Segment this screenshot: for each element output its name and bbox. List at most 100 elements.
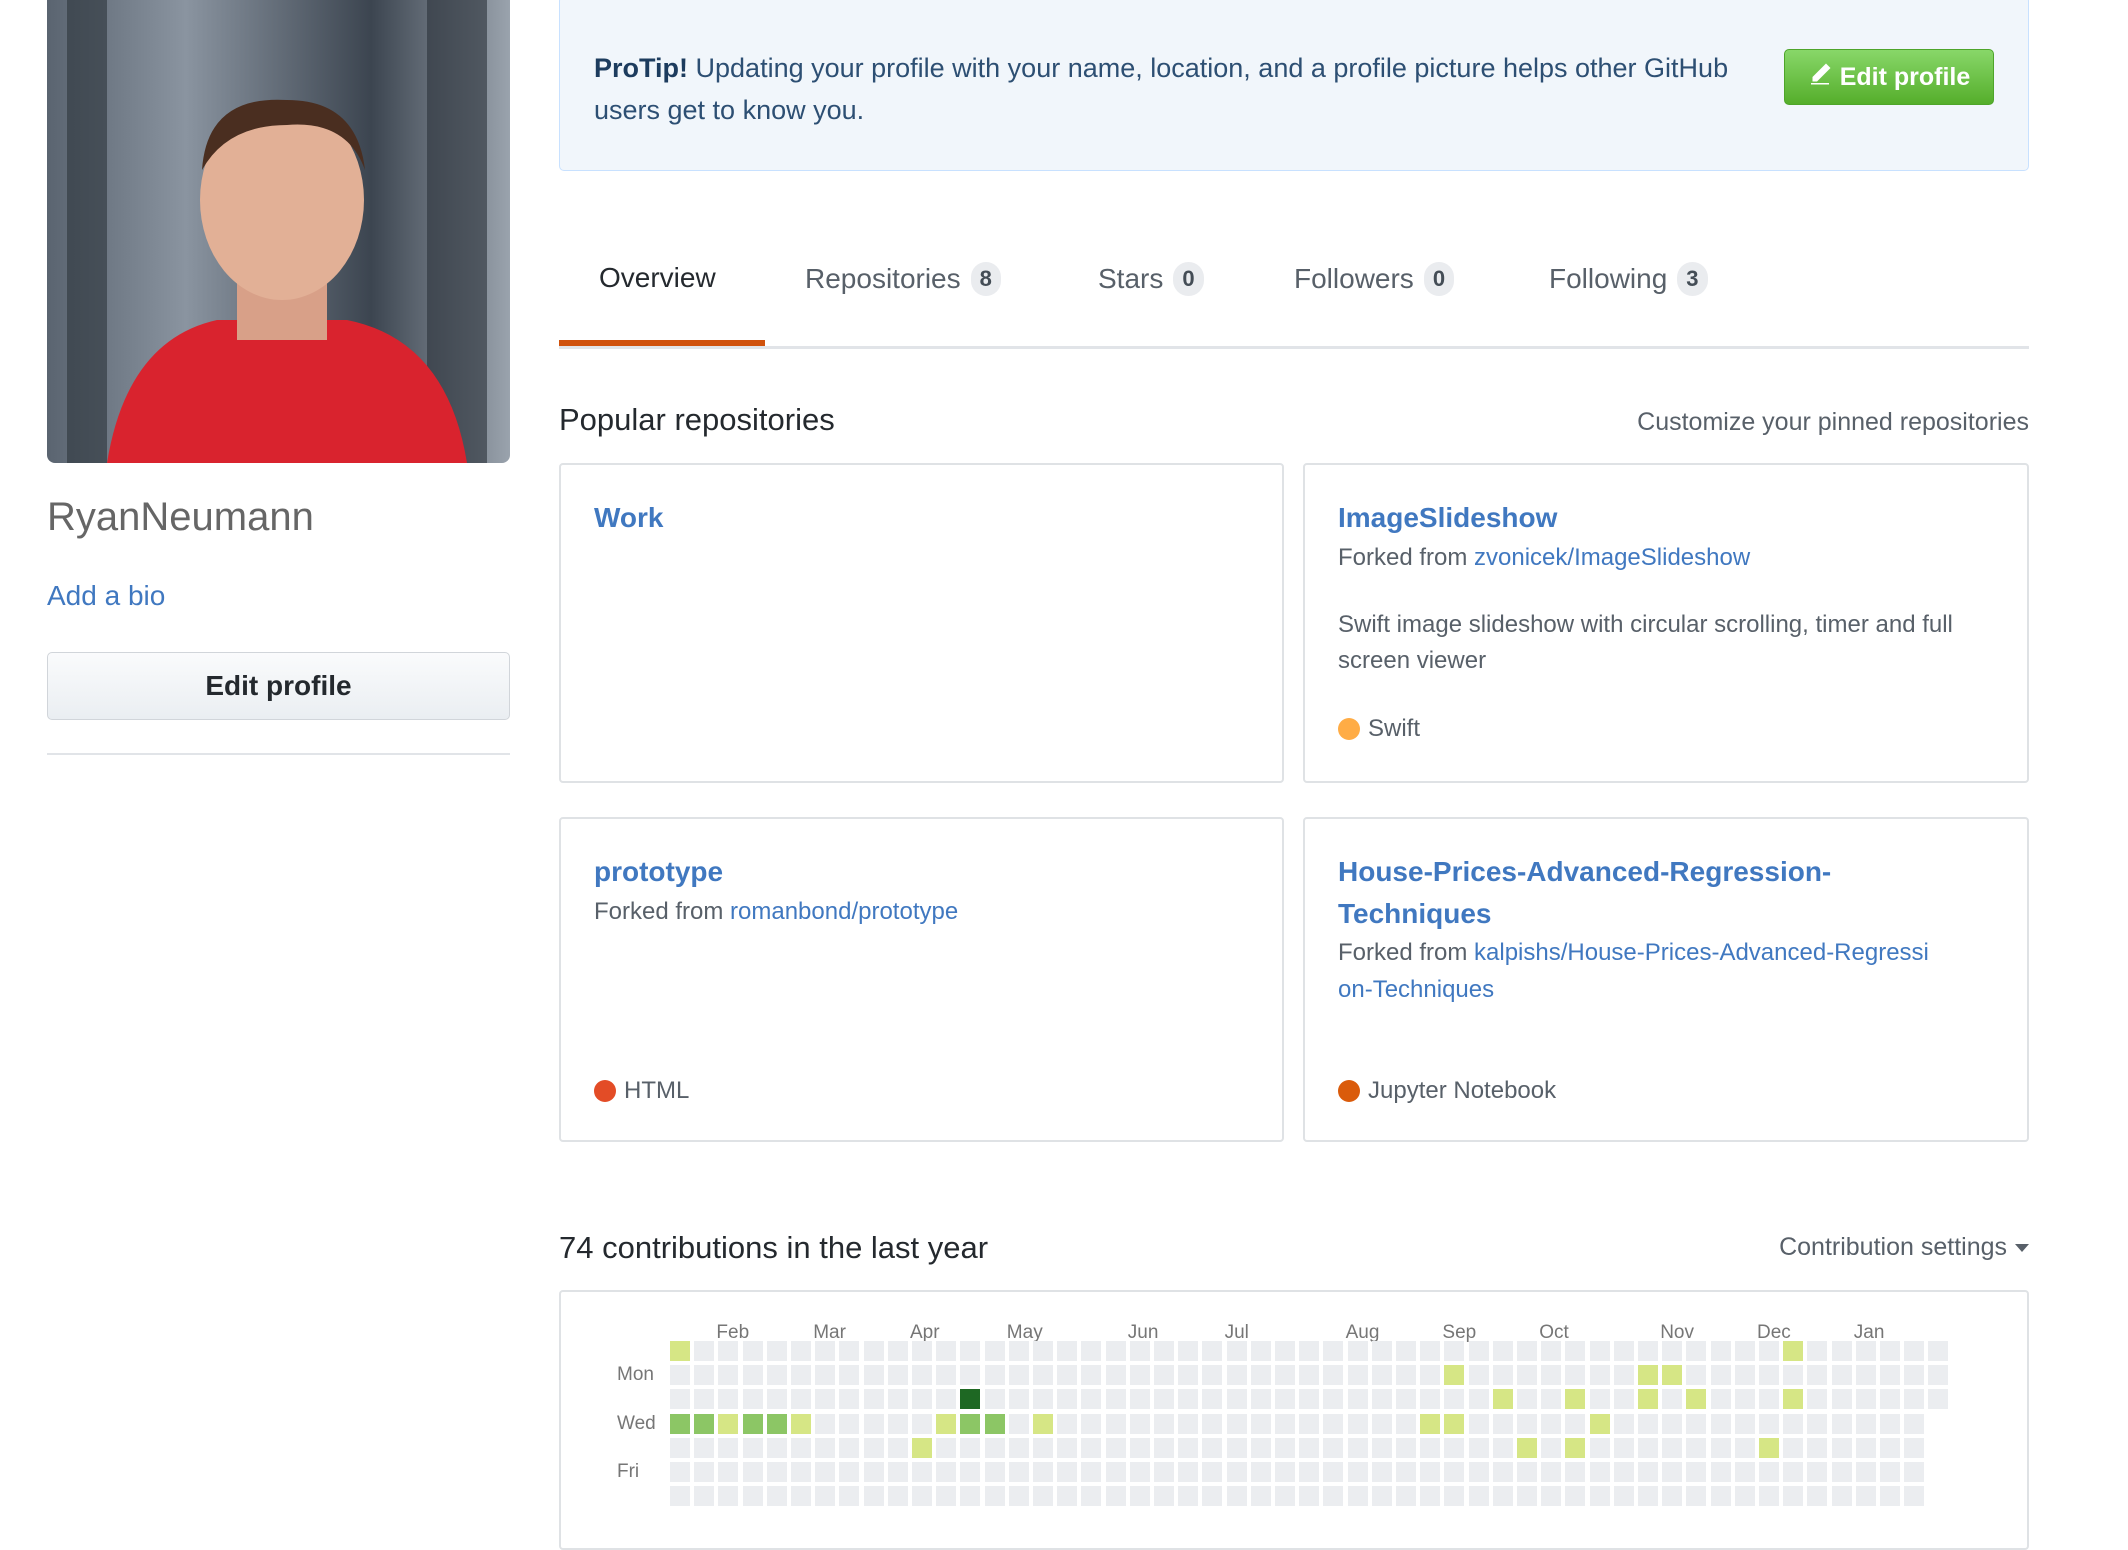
contribution-day-cell[interactable] — [1759, 1462, 1779, 1482]
contribution-day-cell[interactable] — [1759, 1486, 1779, 1507]
contribution-settings-dropdown[interactable]: Contribution settings — [1779, 1233, 2029, 1262]
contribution-day-cell[interactable] — [1275, 1437, 1295, 1458]
contribution-day-cell[interactable] — [1202, 1365, 1223, 1386]
contribution-day-cell[interactable] — [1686, 1462, 1707, 1482]
contribution-day-cell[interactable] — [1275, 1365, 1295, 1386]
contribution-day-cell[interactable] — [694, 1486, 715, 1507]
contribution-day-cell[interactable] — [1662, 1413, 1683, 1434]
contribution-day-cell[interactable] — [1831, 1413, 1852, 1434]
contribution-day-cell[interactable] — [1468, 1413, 1489, 1434]
contribution-day-cell[interactable] — [694, 1365, 715, 1386]
contribution-day-cell[interactable] — [1202, 1462, 1223, 1482]
contribution-day-cell[interactable] — [1855, 1486, 1876, 1507]
contribution-day-cell[interactable] — [1541, 1413, 1562, 1434]
contribution-day-cell[interactable] — [1371, 1341, 1392, 1361]
contribution-day-cell[interactable] — [1880, 1413, 1900, 1434]
contribution-day-cell[interactable] — [1371, 1462, 1392, 1482]
contribution-day-cell[interactable] — [1008, 1486, 1029, 1507]
contribution-day-cell[interactable] — [791, 1365, 811, 1386]
contribution-day-cell[interactable] — [791, 1389, 811, 1410]
contribution-day-cell[interactable] — [912, 1389, 932, 1410]
contribution-day-cell[interactable] — [1565, 1389, 1586, 1410]
contribution-day-cell[interactable] — [1178, 1365, 1199, 1386]
contribution-day-cell[interactable] — [887, 1365, 908, 1386]
contribution-day-cell[interactable] — [960, 1341, 981, 1361]
contribution-day-cell[interactable] — [1734, 1389, 1755, 1410]
contribution-day-cell[interactable] — [1226, 1462, 1247, 1482]
contribution-day-cell[interactable] — [1250, 1389, 1271, 1410]
contribution-day-cell[interactable] — [1831, 1365, 1852, 1386]
contribution-day-cell[interactable] — [1396, 1389, 1416, 1410]
contribution-day-cell[interactable] — [1734, 1365, 1755, 1386]
contribution-day-cell[interactable] — [960, 1389, 981, 1410]
contribution-day-cell[interactable] — [1855, 1341, 1876, 1361]
contribution-day-cell[interactable] — [863, 1486, 884, 1507]
contribution-day-cell[interactable] — [1492, 1389, 1513, 1410]
contribution-day-cell[interactable] — [1420, 1389, 1441, 1410]
contribution-day-cell[interactable] — [1105, 1437, 1126, 1458]
contribution-day-cell[interactable] — [1323, 1437, 1344, 1458]
contribution-day-cell[interactable] — [1589, 1486, 1610, 1507]
contribution-day-cell[interactable] — [1371, 1486, 1392, 1507]
contribution-day-cell[interactable] — [1541, 1437, 1562, 1458]
contribution-day-cell[interactable] — [1662, 1462, 1683, 1482]
contribution-day-cell[interactable] — [1492, 1462, 1513, 1482]
contribution-day-cell[interactable] — [1734, 1462, 1755, 1482]
contribution-day-cell[interactable] — [1129, 1365, 1150, 1386]
contribution-day-cell[interactable] — [1880, 1486, 1900, 1507]
contribution-day-cell[interactable] — [815, 1486, 836, 1507]
contribution-day-cell[interactable] — [766, 1486, 787, 1507]
contribution-day-cell[interactable] — [887, 1486, 908, 1507]
contribution-day-cell[interactable] — [960, 1413, 981, 1434]
contribution-day-cell[interactable] — [1613, 1437, 1634, 1458]
contribution-day-cell[interactable] — [1807, 1341, 1828, 1361]
contribution-day-cell[interactable] — [1517, 1341, 1537, 1361]
contribution-day-cell[interactable] — [670, 1341, 690, 1361]
contribution-day-cell[interactable] — [1468, 1462, 1489, 1482]
contribution-day-cell[interactable] — [1710, 1437, 1731, 1458]
contribution-day-cell[interactable] — [1855, 1365, 1876, 1386]
contribution-day-cell[interactable] — [1057, 1413, 1078, 1434]
contribution-day-cell[interactable] — [1517, 1365, 1537, 1386]
forked-from-link[interactable]: zvonicek/ImageSlideshow — [1474, 544, 1750, 571]
contribution-day-cell[interactable] — [718, 1486, 739, 1507]
contribution-day-cell[interactable] — [1855, 1389, 1876, 1410]
contribution-day-cell[interactable] — [1589, 1389, 1610, 1410]
contribution-day-cell[interactable] — [1105, 1486, 1126, 1507]
contribution-day-cell[interactable] — [1299, 1389, 1320, 1410]
contribution-day-cell[interactable] — [984, 1413, 1005, 1434]
contribution-day-cell[interactable] — [1250, 1341, 1271, 1361]
contribution-day-cell[interactable] — [1565, 1437, 1586, 1458]
contribution-day-cell[interactable] — [984, 1365, 1005, 1386]
contribution-day-cell[interactable] — [960, 1437, 981, 1458]
contribution-day-cell[interactable] — [1057, 1486, 1078, 1507]
contribution-day-cell[interactable] — [1638, 1365, 1658, 1386]
contribution-day-cell[interactable] — [1250, 1413, 1271, 1434]
contribution-day-cell[interactable] — [839, 1486, 860, 1507]
contribution-day-cell[interactable] — [1686, 1437, 1707, 1458]
contribution-day-cell[interactable] — [1396, 1341, 1416, 1361]
contribution-day-cell[interactable] — [1686, 1341, 1707, 1361]
contribution-day-cell[interactable] — [1492, 1486, 1513, 1507]
contribution-day-cell[interactable] — [1250, 1486, 1271, 1507]
contribution-day-cell[interactable] — [1033, 1389, 1053, 1410]
contribution-day-cell[interactable] — [1250, 1365, 1271, 1386]
contribution-day-cell[interactable] — [1831, 1437, 1852, 1458]
contribution-day-cell[interactable] — [1880, 1341, 1900, 1361]
contribution-day-cell[interactable] — [1323, 1413, 1344, 1434]
contribution-day-cell[interactable] — [1420, 1341, 1441, 1361]
contribution-day-cell[interactable] — [1613, 1365, 1634, 1386]
contribution-day-cell[interactable] — [1033, 1365, 1053, 1386]
contribution-day-cell[interactable] — [936, 1486, 957, 1507]
contribution-day-cell[interactable] — [1783, 1389, 1804, 1410]
contribution-day-cell[interactable] — [1468, 1486, 1489, 1507]
contribution-day-cell[interactable] — [1299, 1486, 1320, 1507]
contribution-day-cell[interactable] — [1589, 1462, 1610, 1482]
contribution-day-cell[interactable] — [839, 1389, 860, 1410]
contribution-day-cell[interactable] — [1783, 1437, 1804, 1458]
contribution-day-cell[interactable] — [1347, 1389, 1368, 1410]
contribution-day-cell[interactable] — [766, 1341, 787, 1361]
contribution-day-cell[interactable] — [1807, 1389, 1828, 1410]
contribution-day-cell[interactable] — [1275, 1462, 1295, 1482]
add-bio-link[interactable]: Add a bio — [47, 580, 165, 612]
